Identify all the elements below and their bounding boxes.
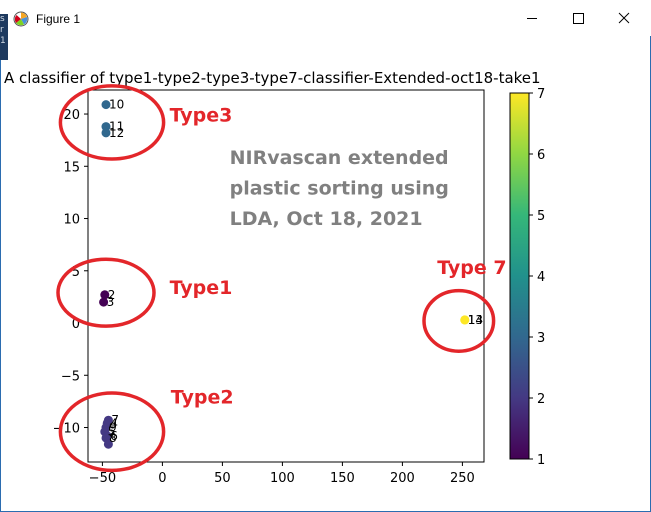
x-tick-label: 0: [158, 471, 166, 486]
colorbar-tick-label: 4: [537, 270, 545, 285]
type-label: Type1: [170, 277, 233, 299]
x-tick-label: 100: [270, 471, 295, 486]
annotations: Type3 Type1 Type2 Type 7 NIRvascan extended p…: [56, 84, 507, 473]
y-tick-label: 10: [63, 213, 80, 228]
colorbar-tick-label: 6: [537, 148, 545, 163]
note-text: plastic sorting using: [230, 177, 449, 199]
x-tick-label: 200: [390, 471, 415, 486]
type-label: Type3: [170, 104, 233, 126]
colorbar-tick-label: 5: [537, 209, 545, 224]
scatter-chart: −50 0 50 100 150 200 250−10−505101520 10111223…: [53, 84, 545, 486]
x-tick-label: 250: [450, 471, 475, 486]
colorbar-tick-label: 1: [537, 453, 545, 468]
note-text: NIRvascan extended: [230, 147, 449, 169]
colorbar-tick-label: 3: [537, 331, 545, 346]
colorbar-tick-label: 2: [537, 392, 545, 407]
point-label: 3: [107, 295, 115, 309]
point-label: 12: [109, 126, 124, 140]
y-tick-label: −10: [53, 422, 80, 437]
x-tick-label: 150: [330, 471, 355, 486]
colorbar-tick-label: 7: [537, 87, 545, 102]
point-label: 10: [109, 98, 124, 112]
y-tick-label: 20: [63, 108, 80, 123]
colorbar: 1 2 3 4 5 6 7: [509, 87, 545, 468]
x-tick-label: −50: [89, 471, 116, 486]
y-tick-label: 15: [63, 160, 80, 175]
type-label: Type 7: [437, 257, 506, 279]
point-label: 8: [109, 431, 117, 445]
colorbar-gradient: [509, 92, 530, 460]
note-text: LDA, Oct 18, 2021: [230, 208, 423, 230]
point-label: 14: [468, 313, 483, 327]
y-tick-label: −5: [61, 369, 80, 384]
x-tick-label: 50: [214, 471, 231, 486]
annotation-circle: [422, 288, 496, 353]
type-label: Type2: [171, 386, 234, 408]
